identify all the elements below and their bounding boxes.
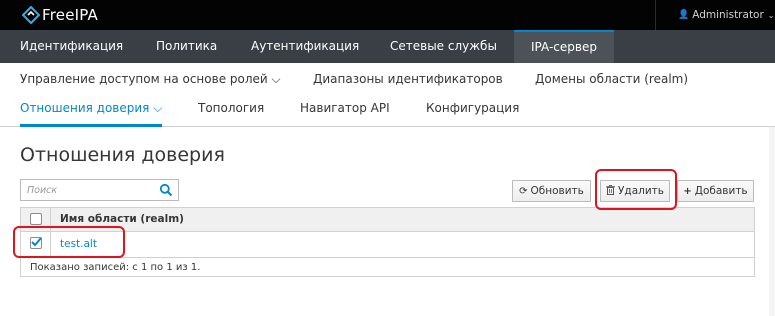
search-icon[interactable]	[159, 183, 173, 197]
subnav-rbac[interactable]: Управление доступом на основе ролей ⌵	[20, 72, 281, 87]
brand-logo[interactable]: FreeIPA	[22, 4, 98, 26]
active-tab-indicator	[20, 124, 162, 127]
top-bar: FreeIPA 👤 Administrator ⌄	[0, 0, 775, 30]
table-header: Имя области (realm)	[21, 208, 754, 232]
subnav-configuration[interactable]: Конфигурация	[426, 101, 519, 115]
trusts-table: Имя области (realm) test.alt Показано за…	[20, 207, 755, 277]
column-header-realm[interactable]: Имя области (realm)	[60, 213, 184, 225]
subnav-trusts[interactable]: Отношения доверия ⌵	[20, 101, 162, 116]
freeipa-logo-icon	[22, 6, 40, 24]
trash-icon	[606, 184, 616, 198]
main-nav: Идентификация Политика Аутентификация Се…	[0, 30, 775, 63]
refresh-icon: ⟳	[519, 185, 528, 197]
subnav-realm-domains[interactable]: Домены области (realm)	[535, 72, 688, 86]
checkmark-icon	[31, 237, 42, 247]
refresh-label: Обновить	[530, 185, 584, 197]
chevron-down-icon: ⌄	[767, 10, 775, 20]
user-name: Administrator	[692, 9, 764, 21]
delete-button[interactable]: Удалить	[600, 180, 670, 202]
user-menu[interactable]: 👤 Administrator ⌄	[655, 0, 775, 30]
select-all-cell	[21, 208, 51, 231]
table-row: test.alt	[21, 232, 754, 258]
row-checkbox[interactable]	[30, 237, 42, 249]
select-all-checkbox[interactable]	[30, 213, 42, 225]
main-nav-authentication[interactable]: Аутентификация	[251, 30, 359, 63]
page-title: Отношения доверия	[20, 144, 225, 166]
brand-name: FreeIPA	[42, 6, 99, 24]
plus-icon: +	[683, 185, 692, 197]
refresh-button[interactable]: ⟳ Обновить	[512, 180, 591, 202]
subnav-id-ranges[interactable]: Диапазоны идентификаторов	[313, 72, 503, 86]
sub-nav: Управление доступом на основе ролей ⌵ Ди…	[0, 63, 775, 127]
row-select-cell	[21, 232, 51, 257]
delete-label: Удалить	[618, 185, 664, 197]
add-label: Добавить	[694, 185, 748, 197]
add-button[interactable]: + Добавить	[677, 180, 754, 202]
subnav-topology[interactable]: Топология	[198, 101, 264, 115]
main-nav-network-services[interactable]: Сетевые службы	[390, 30, 497, 63]
table-footer: Показано записей: с 1 по 1 из 1.	[30, 262, 201, 273]
search-box	[20, 179, 179, 201]
realm-link[interactable]: test.alt	[60, 238, 97, 250]
main-nav-identity[interactable]: Идентификация	[20, 30, 123, 63]
search-input[interactable]	[21, 180, 151, 200]
page-scrollbar[interactable]	[769, 127, 775, 316]
main-nav-policy[interactable]: Политика	[156, 30, 217, 63]
main-nav-ipa-server[interactable]: IPA-сервер	[514, 30, 614, 63]
subnav-api-browser[interactable]: Навигатор API	[300, 101, 390, 115]
user-icon: 👤	[678, 10, 690, 20]
